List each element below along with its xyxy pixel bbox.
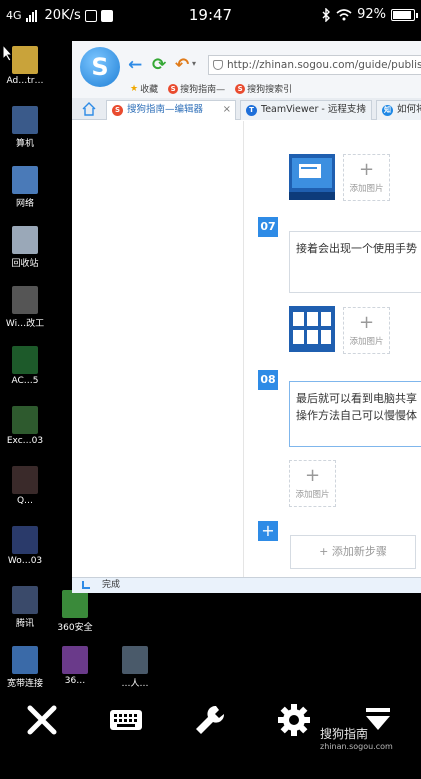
status-bar: 4G 20K/s 19:47 92% xyxy=(0,0,421,34)
add-step-icon[interactable]: + xyxy=(258,521,278,541)
watermark: 搜狗指南 zhinan.sogou.com xyxy=(320,725,393,751)
desktop-icon[interactable]: 网络 xyxy=(0,166,54,209)
tab-howto[interactable]: 知 如何将 xyxy=(376,100,421,120)
favorite-link[interactable]: S 搜狗指南— xyxy=(168,82,225,95)
security-icon xyxy=(62,590,88,618)
undo-icon[interactable]: ↶ xyxy=(175,55,189,75)
add-image-button[interactable]: + 添加图片 xyxy=(343,154,390,201)
browser-window: S ← ⟳ ↶ ▾ http://zhinan.sogou.com/guide/… xyxy=(72,41,421,593)
desktop-icon[interactable]: 360安全 xyxy=(46,590,104,633)
back-arrow-icon[interactable]: ← xyxy=(128,55,142,75)
broadband-icon xyxy=(12,646,38,674)
close-icon[interactable]: × xyxy=(359,101,367,119)
desktop-icon[interactable]: 36… xyxy=(46,646,104,686)
app-icon xyxy=(12,346,38,374)
browser-toolbar: S ← ⟳ ↶ ▾ http://zhinan.sogou.com/guide/… xyxy=(72,41,421,98)
watermark-domain: zhinan.sogou.com xyxy=(320,742,393,751)
tab-teamviewer[interactable]: T TeamViewer - 远程支持 × xyxy=(240,100,372,120)
shield-icon xyxy=(213,60,223,70)
word-icon xyxy=(12,526,38,554)
step-number: 08 xyxy=(258,370,278,390)
guide-editor: + 添加图片 07 接着会出现一个使用手势 + 添加图片 08 最后就可以看到电脑共… xyxy=(244,121,421,577)
folder-icon xyxy=(12,46,38,74)
favorites-bar: ★ 收藏 S 搜狗指南— S 搜狗搜索引 xyxy=(130,82,292,95)
gear-icon[interactable] xyxy=(272,698,316,742)
step-number: 07 xyxy=(258,217,278,237)
step-text-field[interactable]: 最后就可以看到电脑共享 操作方法自己可以慢慢体 xyxy=(289,381,421,447)
watermark-brand: 搜狗指南 xyxy=(320,727,369,741)
home-icon[interactable] xyxy=(82,102,96,116)
desktop-icon[interactable]: …人… xyxy=(106,646,164,689)
step-text-field[interactable]: 接着会出现一个使用手势 xyxy=(289,231,421,293)
recycle-bin-icon xyxy=(12,226,38,254)
url-text: http://zhinan.sogou.com/guide/publish xyxy=(227,59,421,71)
step-image[interactable] xyxy=(289,306,335,352)
desktop-icon[interactable]: Wi…改工 xyxy=(0,286,54,329)
bluetooth-icon xyxy=(322,7,331,22)
app-icon xyxy=(12,586,38,614)
teamviewer-icon: T xyxy=(246,105,257,116)
star-icon: ★ xyxy=(130,83,139,94)
add-image-button[interactable]: + 添加图片 xyxy=(289,460,336,507)
step-image[interactable] xyxy=(289,154,335,200)
qq-icon xyxy=(12,466,38,494)
app-icon xyxy=(122,646,148,674)
computer-icon xyxy=(12,106,38,134)
add-step-button[interactable]: + 添加新步骤 xyxy=(290,535,416,569)
close-icon[interactable]: × xyxy=(223,101,231,119)
desktop-icon[interactable]: 回收站 xyxy=(0,226,54,269)
keyboard-icon[interactable] xyxy=(104,698,148,742)
desktop-icon[interactable]: Ad…tr… xyxy=(0,46,54,86)
desktop-icon[interactable]: 算机 xyxy=(0,106,54,149)
address-bar[interactable]: http://zhinan.sogou.com/guide/publish xyxy=(208,55,421,75)
wifi-icon xyxy=(336,8,352,20)
favorite-link[interactable]: S 搜狗搜索引 xyxy=(235,82,292,95)
refresh-icon[interactable]: ⟳ xyxy=(152,55,166,75)
battery-percent: 92% xyxy=(357,7,386,22)
sogou-browser-logo: S xyxy=(80,47,120,87)
desktop-icon[interactable]: AC…5 xyxy=(0,346,54,386)
chevron-down-icon[interactable]: ▾ xyxy=(192,59,196,68)
favorites-button[interactable]: ★ 收藏 xyxy=(130,82,158,96)
desktop-icon[interactable]: Exc…03 xyxy=(0,406,54,446)
desktop-icon[interactable]: Wo…03 xyxy=(0,526,54,566)
file-icon xyxy=(12,286,38,314)
browser-status-bar: 完成 xyxy=(72,577,421,593)
close-icon[interactable] xyxy=(20,698,64,742)
battery-icon xyxy=(391,8,418,21)
sogou-icon: S xyxy=(112,105,123,116)
status-icon xyxy=(82,581,90,589)
wrench-icon[interactable] xyxy=(188,698,232,742)
tab-editor[interactable]: S 搜狗指南—编辑器 × xyxy=(106,100,236,120)
zhihu-icon: 知 xyxy=(382,105,393,116)
sogou-icon: S xyxy=(168,83,179,94)
excel-icon xyxy=(12,406,38,434)
desktop-icon[interactable]: Q… xyxy=(0,466,54,506)
add-image-button[interactable]: + 添加图片 xyxy=(343,307,390,354)
page-content: + 添加图片 07 接着会出现一个使用手势 + 添加图片 08 最后就可以看到电脑共… xyxy=(72,121,421,577)
app-icon xyxy=(62,646,88,674)
sogou-icon: S xyxy=(235,83,246,94)
status-right: 92% xyxy=(322,7,418,22)
network-icon xyxy=(12,166,38,194)
left-pane xyxy=(72,121,244,577)
tab-bar: S 搜狗指南—编辑器 × T TeamViewer - 远程支持 × 知 如何将 xyxy=(72,98,421,120)
